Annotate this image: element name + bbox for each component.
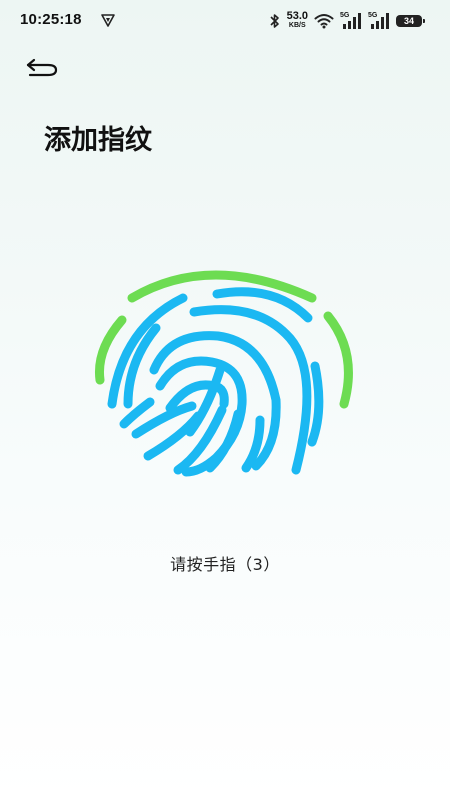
bluetooth-icon bbox=[270, 14, 279, 28]
page-title: 添加指纹 bbox=[44, 125, 152, 156]
battery-icon: 34 bbox=[396, 15, 425, 27]
back-arrow-icon bbox=[26, 58, 58, 77]
status-time: 10:25:18 bbox=[20, 11, 82, 28]
signal-2: 5G bbox=[368, 12, 390, 30]
network-speed-unit: KB/S bbox=[288, 22, 306, 29]
notification-icon bbox=[101, 14, 115, 27]
battery-level: 34 bbox=[403, 16, 414, 26]
status-icons: 53.0 KB/S 5G 5G 34 bbox=[269, 10, 425, 32]
status-bar: 10:25:18 53.0 KB/S 5G 5G 34 bbox=[0, 0, 450, 40]
network-speed: 53.0 KB/S bbox=[286, 10, 308, 30]
signal-bars-icon bbox=[343, 13, 361, 29]
signal-bars-icon bbox=[371, 13, 389, 29]
fingerprint-prompt: 请按手指（3） bbox=[170, 555, 280, 574]
fingerprint-ridges bbox=[107, 287, 324, 477]
wifi-icon bbox=[314, 14, 334, 29]
signal-1: 5G bbox=[340, 12, 362, 30]
fingerprint-icon bbox=[94, 270, 353, 477]
network-speed-value: 53.0 bbox=[286, 10, 308, 22]
back-button[interactable] bbox=[24, 52, 64, 82]
